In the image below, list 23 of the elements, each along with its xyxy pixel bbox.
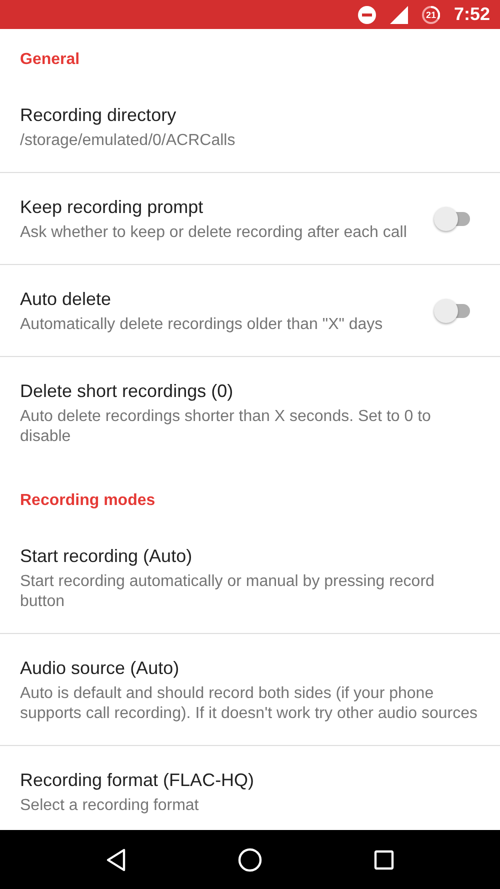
setting-description: /storage/emulated/0/ACRCalls (20, 131, 236, 151)
setting-description: Automatically delete recordings older than "X" days (20, 315, 384, 335)
section-header: General (19, 51, 81, 69)
setting-title[interactable]: Recording directory (20, 103, 480, 127)
back-icon[interactable] (106, 848, 126, 872)
setting-description: Auto is default and should record both sides (if your phone supports call recording). If it doesn't work try other audio sources (20, 684, 478, 724)
section-header: Recording modes (19, 492, 156, 510)
setting-title[interactable]: Keep recording prompt (20, 195, 418, 219)
setting-title[interactable]: Audio source (Auto) (20, 656, 480, 680)
setting-description: Start recording automatically or manual by pressing record button (20, 572, 436, 612)
recent-apps-icon[interactable] (374, 850, 394, 870)
setting-description: Select a recording format (20, 796, 200, 816)
clock-time: 7:52 (454, 4, 490, 25)
do-not-disturb-icon (358, 6, 376, 24)
setting-title[interactable]: Auto delete (20, 287, 418, 311)
setting-title[interactable]: Start recording (Auto) (20, 544, 480, 568)
setting-description: Ask whether to keep or delete recording after each call (20, 223, 408, 243)
setting-description: Auto delete recordings shorter than X seconds. Set to 0 to disable (20, 407, 432, 447)
setting-title[interactable]: Delete short recordings (0) (20, 379, 480, 403)
home-icon[interactable] (238, 848, 262, 872)
signal-icon (390, 6, 408, 24)
setting-title[interactable]: Recording format (FLAC-HQ) (20, 768, 480, 792)
notification-count-icon: 21 (422, 6, 440, 24)
